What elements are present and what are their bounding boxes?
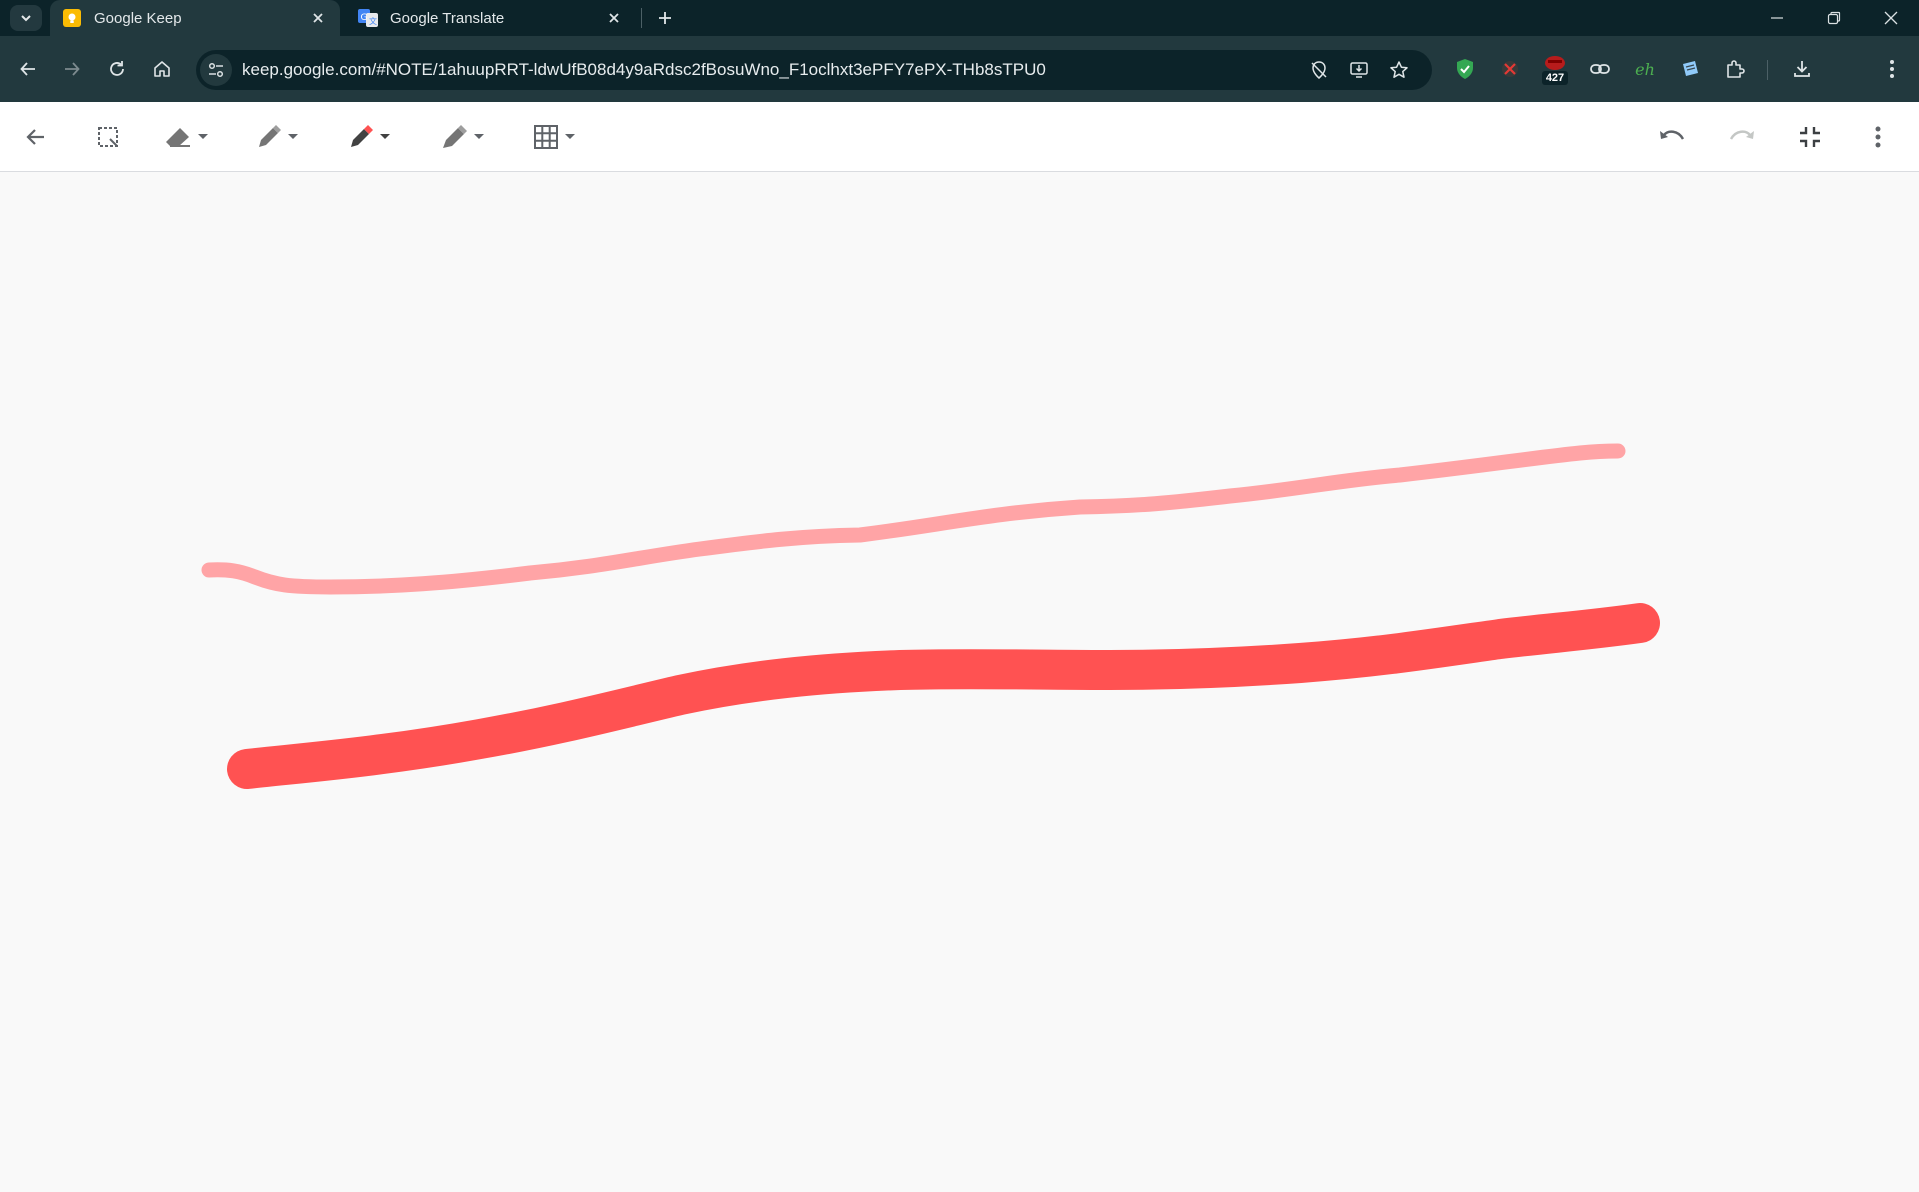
browser-menu-button[interactable] — [1876, 53, 1908, 85]
tracking-blocked-icon[interactable] — [1306, 57, 1332, 83]
shield-extension-icon[interactable] — [1449, 53, 1481, 85]
toolbar-divider — [1767, 60, 1768, 80]
pen-tool-icon — [259, 125, 281, 147]
plus-icon — [659, 12, 671, 24]
close-icon — [1884, 11, 1898, 25]
forward-arrow-icon — [65, 62, 80, 76]
back-arrow-icon — [20, 62, 35, 76]
minimize-icon — [1771, 17, 1783, 19]
install-app-icon[interactable] — [1346, 57, 1372, 83]
extensions-puzzle-icon[interactable] — [1719, 53, 1751, 85]
more-options-icon — [1875, 126, 1881, 148]
home-icon — [154, 61, 170, 77]
pen-tool-button[interactable] — [256, 121, 298, 153]
grid-tool-icon — [534, 125, 558, 149]
marker-tool-icon — [351, 125, 373, 147]
thick-red-stroke — [227, 603, 1660, 789]
downloads-button[interactable] — [1786, 53, 1818, 85]
address-bar[interactable]: keep.google.com/#NOTE/1ahuupRRT-ldwUfB08… — [196, 50, 1432, 90]
navigation-bar: keep.google.com/#NOTE/1ahuupRRT-ldwUfB08… — [0, 36, 1919, 102]
translate-favicon-icon: G 文 — [358, 9, 378, 27]
blocker-extension-icon[interactable] — [1494, 53, 1526, 85]
url-text: keep.google.com/#NOTE/1ahuupRRT-ldwUfB08… — [242, 60, 1046, 79]
bookmark-star-icon[interactable] — [1386, 57, 1412, 83]
undo-icon — [1660, 130, 1685, 140]
highlighter-tool-button[interactable] — [440, 121, 484, 153]
dropdown-caret-icon — [288, 134, 298, 139]
minimize-button[interactable] — [1749, 0, 1805, 36]
thin-pink-stroke — [201, 443, 1626, 595]
highlighter-tool-icon — [443, 125, 467, 148]
eh-extension-label: eh — [1635, 59, 1655, 79]
note-extension-icon[interactable] — [1674, 53, 1706, 85]
exit-fullscreen-icon — [1800, 127, 1820, 147]
more-options-button[interactable] — [1875, 121, 1881, 153]
download-icon — [1794, 61, 1810, 77]
dropdown-caret-icon — [474, 134, 484, 139]
redo-button[interactable] — [1728, 121, 1756, 153]
eh-extension-icon[interactable]: eh — [1629, 53, 1661, 85]
close-window-button[interactable] — [1863, 0, 1919, 36]
back-button[interactable] — [24, 121, 48, 153]
site-info-button[interactable] — [200, 54, 232, 86]
tab-title: Google Keep — [94, 9, 182, 27]
tab-divider — [641, 8, 642, 28]
svg-text:文: 文 — [369, 16, 377, 26]
tab-search-button[interactable] — [10, 5, 42, 31]
new-tab-button[interactable] — [652, 5, 678, 31]
undo-button[interactable] — [1658, 121, 1686, 153]
svg-text:G: G — [361, 13, 368, 23]
keep-favicon-icon — [63, 9, 81, 27]
eraser-tool-button[interactable] — [164, 121, 208, 153]
tab-google-keep[interactable]: Google Keep — [50, 0, 340, 36]
select-tool-button[interactable] — [96, 121, 120, 153]
dropdown-caret-icon — [565, 134, 575, 139]
counter-extension-icon[interactable]: 427 — [1539, 53, 1571, 85]
exit-fullscreen-button[interactable] — [1799, 121, 1821, 153]
back-arrow-icon — [26, 129, 44, 145]
dropdown-caret-icon — [198, 134, 208, 139]
home-button[interactable] — [146, 53, 178, 85]
tune-icon — [208, 62, 224, 78]
extension-badge: 427 — [1542, 71, 1568, 85]
reload-button[interactable] — [101, 53, 133, 85]
restore-icon — [1827, 11, 1841, 25]
reload-icon — [110, 61, 124, 76]
grid-tool-button[interactable] — [533, 121, 575, 153]
redo-icon — [1729, 130, 1754, 140]
marker-tool-button[interactable] — [348, 121, 390, 153]
back-button[interactable] — [12, 53, 44, 85]
close-tab-icon[interactable] — [604, 8, 624, 28]
select-tool-icon — [98, 127, 118, 147]
chevron-down-icon — [21, 15, 31, 22]
restore-button[interactable] — [1806, 0, 1862, 36]
tab-title: Google Translate — [390, 9, 505, 27]
link-extension-icon[interactable] — [1584, 53, 1616, 85]
browser-window: Google Keep G 文 Google Translate keep.go… — [0, 0, 1919, 1192]
tab-google-translate[interactable]: G 文 Google Translate — [346, 0, 636, 36]
eraser-tool-icon — [166, 128, 190, 147]
tab-strip: Google Keep G 文 Google Translate — [0, 0, 1919, 36]
dropdown-caret-icon — [380, 134, 390, 139]
close-tab-icon[interactable] — [308, 8, 328, 28]
drawing-canvas[interactable] — [0, 173, 1919, 1192]
drawing-toolbar — [0, 102, 1919, 172]
more-vertical-icon — [1890, 60, 1894, 78]
forward-button[interactable] — [56, 53, 88, 85]
